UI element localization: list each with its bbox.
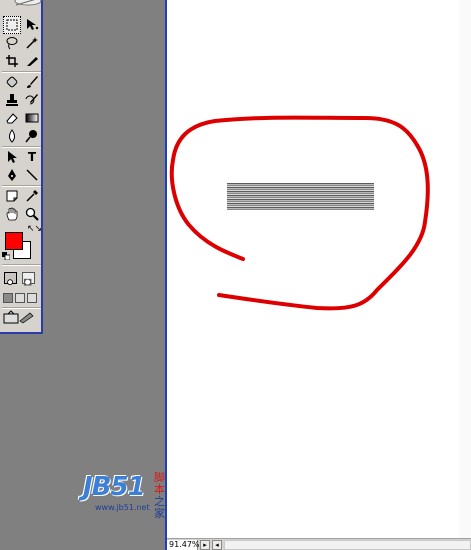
lasso-tool-icon[interactable] [3, 34, 21, 52]
brush-tool-icon[interactable] [23, 73, 41, 91]
watermark-cn-line2: 之家 [154, 495, 165, 520]
document-info-icon[interactable]: ▸ [200, 539, 210, 550]
jump-to-imageready-icon[interactable] [3, 310, 37, 324]
magic-wand-tool-icon[interactable] [23, 34, 41, 52]
horizontal-scrollbar[interactable] [224, 539, 471, 550]
foreground-color-swatch[interactable] [5, 232, 23, 250]
history-brush-tool-icon[interactable] [23, 91, 41, 109]
feather-logo-icon [14, 0, 42, 6]
hand-tool-icon[interactable] [3, 205, 21, 223]
blur-tool-icon[interactable] [3, 127, 21, 145]
document-canvas[interactable]: 91.47% ▸ ◂ [165, 0, 471, 550]
status-bar: 91.47% ▸ ◂ [167, 538, 471, 550]
gradient-tool-icon[interactable] [23, 109, 41, 127]
red-circle-annotation [169, 115, 430, 311]
full-screen-mode-button[interactable] [27, 293, 37, 303]
eraser-tool-icon[interactable] [3, 109, 21, 127]
zoom-tool-icon[interactable] [23, 205, 41, 223]
vertical-scrollbar[interactable] [459, 0, 471, 538]
crop-tool-icon[interactable] [3, 52, 21, 70]
slice-tool-icon[interactable] [23, 52, 41, 70]
toolbox-panel: T ↖↘ [0, 0, 43, 334]
quick-mask-mode-button[interactable] [22, 272, 35, 286]
marquee-tool-icon[interactable] [3, 16, 21, 34]
healing-brush-tool-icon[interactable] [3, 73, 21, 91]
notes-tool-icon[interactable] [3, 187, 21, 205]
watermark-logo: JB51 [83, 472, 146, 502]
clone-stamp-tool-icon[interactable] [3, 91, 21, 109]
watermark-url: www.jb51.net [95, 503, 150, 512]
standard-mode-button[interactable] [4, 272, 17, 286]
zoom-level[interactable]: 91.47% [167, 539, 200, 550]
pen-tool-icon[interactable] [3, 166, 21, 184]
default-colors-icon[interactable] [2, 252, 10, 260]
swap-colors-icon[interactable]: ↖↘ [27, 224, 42, 234]
watermark-cn-text: 脚本 之家 [154, 472, 168, 520]
dodge-tool-icon[interactable] [23, 127, 41, 145]
move-tool-icon[interactable] [23, 16, 41, 34]
full-screen-menu-mode-button[interactable] [15, 293, 25, 303]
watermark-cn-line1: 脚本 [154, 471, 165, 496]
type-tool-icon[interactable]: T [23, 148, 41, 166]
site-watermark: JB51 脚本 之家 www.jb51.net [83, 472, 183, 520]
scroll-left-icon[interactable]: ◂ [212, 539, 222, 550]
toolbox-divider [2, 264, 41, 266]
eyedropper-tool-icon[interactable] [23, 187, 41, 205]
path-selection-tool-icon[interactable] [3, 148, 21, 166]
toolbox-divider [2, 307, 41, 309]
line-tool-icon[interactable] [23, 166, 41, 184]
standard-screen-mode-button[interactable] [3, 293, 13, 303]
